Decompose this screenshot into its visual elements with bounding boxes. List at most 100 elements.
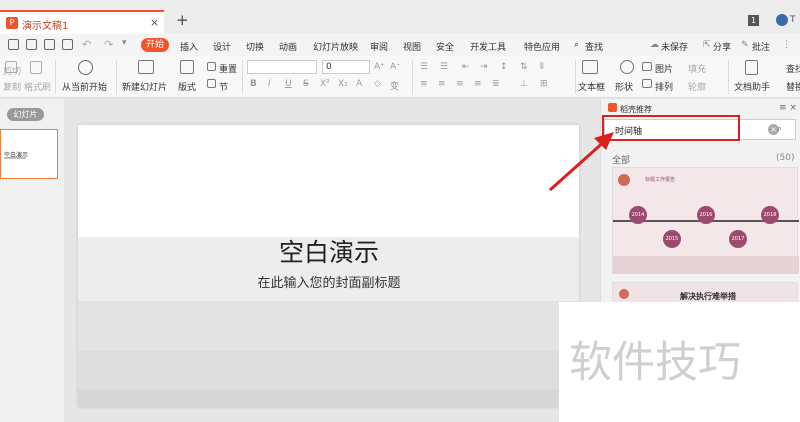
divider — [116, 60, 117, 94]
save-icon[interactable] — [26, 39, 37, 50]
comment-button[interactable]: 批注 — [752, 40, 770, 53]
panel-title[interactable]: 稻壳推荐 — [620, 104, 652, 115]
brush-icon[interactable] — [30, 61, 42, 74]
search-icon[interactable]: ⌕ — [777, 124, 782, 134]
print-icon[interactable] — [44, 39, 55, 50]
close-tab-icon[interactable]: × — [150, 16, 159, 29]
grow-font-icon[interactable]: A⁺ — [374, 62, 385, 72]
more-icon[interactable]: ⋮ — [782, 40, 791, 50]
slides-tab[interactable]: 幻灯片 — [7, 108, 44, 121]
avatar[interactable] — [776, 14, 788, 26]
shrink-font-icon[interactable]: A⁻ — [390, 62, 401, 72]
new-slide-icon[interactable] — [138, 60, 154, 74]
window-count-badge[interactable]: 1 — [748, 15, 759, 26]
tab-security[interactable]: 安全 — [436, 40, 454, 53]
reset-button[interactable]: 重置 — [219, 62, 237, 75]
picture-icon[interactable] — [642, 62, 652, 71]
justify-icon[interactable]: ≡ — [474, 79, 482, 89]
arrange-icon[interactable] — [642, 79, 652, 88]
tab-developer[interactable]: 开发工具 — [470, 40, 506, 53]
text-direction-icon[interactable]: ⇅ — [520, 62, 528, 72]
outline-button[interactable]: 轮廓 — [688, 80, 706, 93]
replace-button[interactable]: 替换 — [786, 80, 800, 93]
tab-view[interactable]: 视图 — [403, 40, 421, 53]
italic-button[interactable]: I — [268, 79, 271, 89]
picture-button[interactable]: 图片 — [655, 62, 673, 75]
tab-start[interactable]: 开始 — [141, 38, 169, 52]
template-card[interactable]: 标题工作报告 2014 2016 2018 2015 2017 — [612, 167, 799, 274]
tab-find[interactable]: 查找 — [585, 40, 603, 53]
font-size-field[interactable]: 0 — [322, 60, 370, 74]
unsaved-status[interactable]: 未保存 — [661, 40, 688, 53]
section-icon[interactable] — [207, 79, 216, 88]
user-initial[interactable]: T — [790, 15, 796, 25]
new-tab-button[interactable]: + — [176, 11, 189, 29]
document-assistant-button[interactable]: 文档助手 — [734, 80, 770, 93]
smartart-icon[interactable]: ⊞ — [540, 79, 548, 89]
layout-button[interactable]: 版式 — [178, 80, 196, 93]
fill-button[interactable]: 填充 — [688, 62, 706, 75]
align-left-icon[interactable]: ≡ — [420, 79, 428, 89]
change-case-icon[interactable]: 变 — [390, 79, 399, 92]
redo-icon[interactable]: ↷ — [104, 38, 113, 51]
tab-slideshow[interactable]: 幻灯片放映 — [313, 40, 358, 53]
comment-icon: ✎ — [741, 40, 749, 50]
indent-increase-icon[interactable]: ⇥ — [480, 62, 488, 72]
indent-decrease-icon[interactable]: ⇤ — [462, 62, 470, 72]
numbered-list-icon[interactable]: ☰ — [440, 62, 448, 72]
shape-icon[interactable] — [620, 60, 634, 74]
cut-button[interactable]: 剪切 — [3, 64, 21, 77]
superscript-icon[interactable]: X² — [320, 79, 330, 89]
font-color-icon[interactable]: A — [356, 79, 362, 89]
copy-button[interactable]: 复制 — [3, 80, 21, 93]
align-center-icon[interactable]: ≡ — [438, 79, 446, 89]
print-preview-icon[interactable] — [62, 39, 73, 50]
align-right-icon[interactable]: ≡ — [456, 79, 464, 89]
play-icon[interactable] — [78, 60, 93, 75]
tab-features[interactable]: 特色应用 — [524, 40, 560, 53]
reset-icon[interactable] — [207, 62, 216, 71]
format-painter-button[interactable]: 格式刷 — [24, 80, 51, 93]
customize-chevron-icon[interactable]: ▾ — [122, 38, 127, 48]
tab-review[interactable]: 审阅 — [370, 40, 388, 53]
play-from-current-button[interactable]: 从当前开始 — [62, 80, 107, 93]
arrange-button[interactable]: 排列 — [655, 80, 673, 93]
clear-format-icon[interactable]: ◇ — [374, 79, 381, 89]
line-spacing-icon[interactable]: ↕ — [500, 62, 508, 72]
textbox-icon[interactable] — [582, 60, 598, 74]
columns-icon[interactable]: ⫴ — [540, 62, 544, 72]
menu-icon[interactable] — [8, 39, 19, 50]
slide-title[interactable]: 空白演示 — [0, 233, 658, 269]
tab-design[interactable]: 设计 — [213, 40, 231, 53]
font-name-field[interactable] — [247, 60, 317, 74]
vertical-align-icon[interactable]: ⊥ — [520, 79, 528, 89]
annotation-arrow — [549, 132, 614, 192]
subscript-icon[interactable]: X₂ — [338, 79, 348, 89]
tab-animation[interactable]: 动画 — [279, 40, 297, 53]
strikethrough-button[interactable]: S — [303, 79, 309, 89]
underline-button[interactable]: U — [285, 79, 292, 89]
presentation-icon: P — [6, 17, 18, 29]
distributed-icon[interactable]: ≣ — [492, 79, 500, 89]
shape-button[interactable]: 形状 — [615, 80, 633, 93]
find-button[interactable]: 查找 — [786, 62, 800, 75]
document-tab[interactable]: P 演示文稿1 × — [0, 10, 164, 34]
panel-close-icon[interactable]: ≡ × — [779, 103, 797, 113]
layout-icon[interactable] — [180, 60, 194, 74]
bold-button[interactable]: B — [250, 79, 257, 89]
document-name: 演示文稿1 — [22, 21, 69, 32]
cloud-icon: ☁ — [650, 40, 659, 50]
tab-transition[interactable]: 切换 — [246, 40, 264, 53]
document-assistant-icon[interactable] — [745, 60, 758, 75]
new-slide-button[interactable]: 新建幻灯片 — [122, 80, 167, 93]
share-button[interactable]: 分享 — [713, 40, 731, 53]
timeline-node: 2014 — [629, 206, 647, 224]
textbox-button[interactable]: 文本框 — [578, 80, 605, 93]
section-button[interactable]: 节 — [219, 80, 228, 93]
tab-insert[interactable]: 插入 — [180, 40, 198, 53]
bullet-list-icon[interactable]: ☰ — [420, 62, 428, 72]
undo-icon[interactable]: ↶ — [82, 38, 91, 51]
template-card-title: 标题工作报告 — [645, 177, 676, 183]
slide-subtitle[interactable]: 在此输入您的封面副标题 — [0, 272, 658, 291]
search-icon[interactable]: ⌕ — [574, 40, 579, 50]
